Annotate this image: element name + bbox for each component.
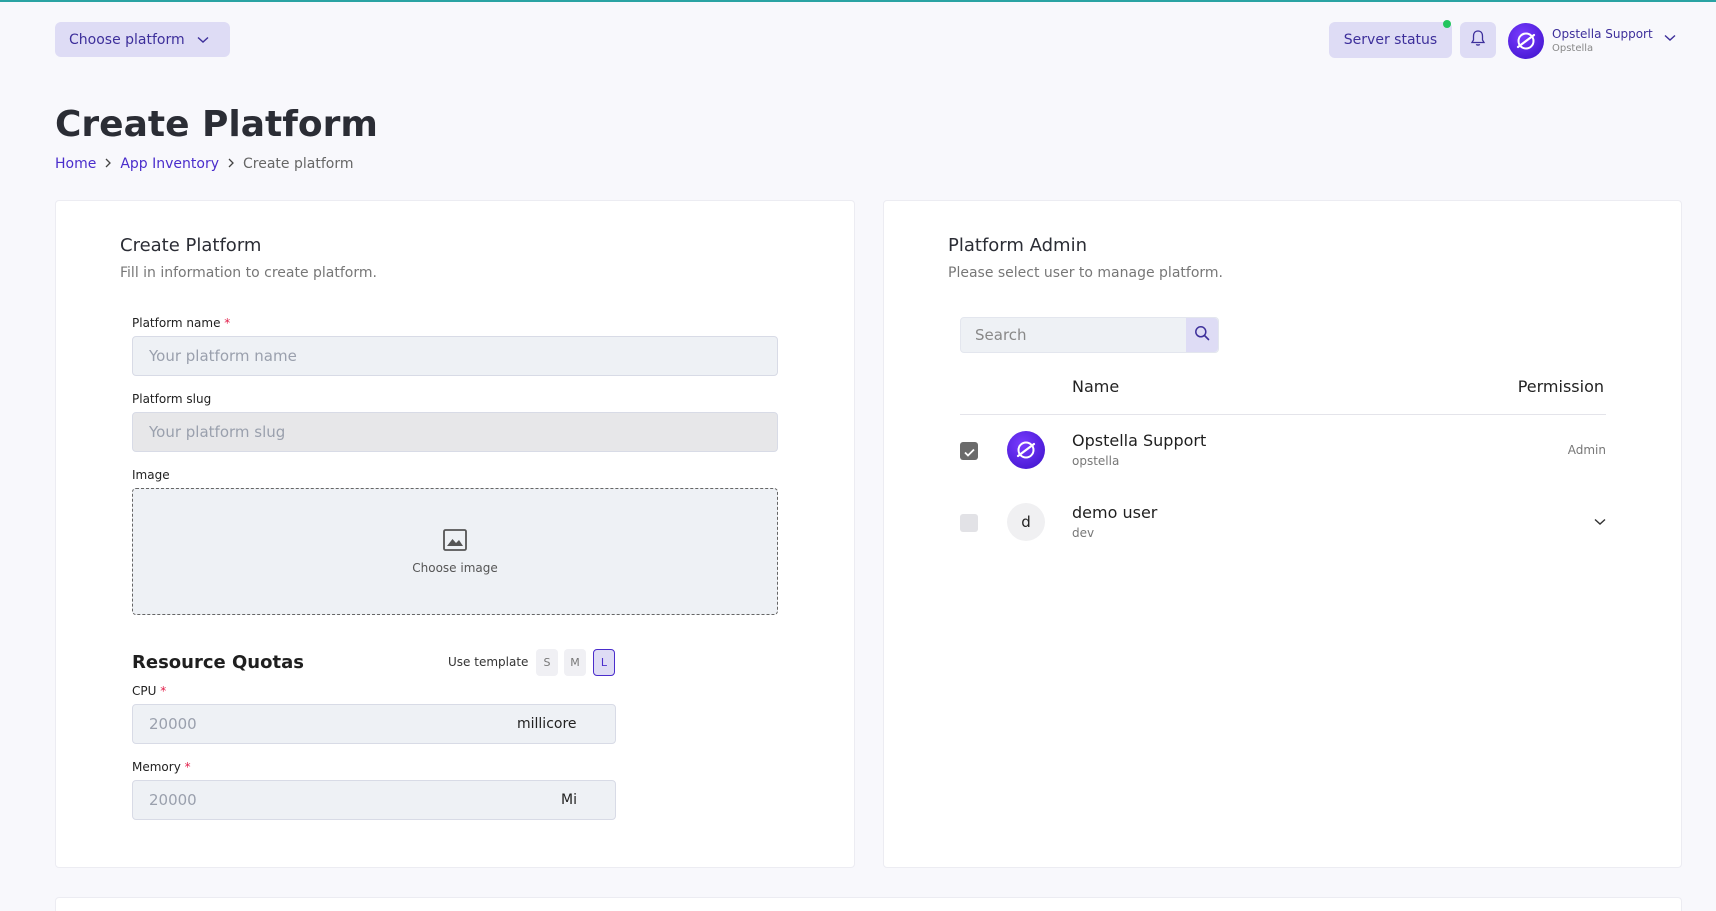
platform-admin-card: Platform Admin Please select user to man… — [883, 200, 1682, 868]
image-icon — [443, 528, 467, 555]
avatar: d — [1007, 503, 1045, 541]
user-menu[interactable]: Opstella Support Opstella — [1508, 23, 1676, 59]
platform-name-input[interactable] — [132, 336, 778, 376]
server-status-button[interactable]: Server status — [1329, 20, 1452, 58]
chevron-down-icon — [197, 33, 209, 47]
user-name: Opstella Support — [1552, 26, 1653, 41]
user-checkbox[interactable] — [960, 442, 978, 460]
table-row: Opstella Support opstella Admin — [884, 421, 1683, 481]
column-header-name: Name — [1072, 377, 1120, 396]
platform-admin-card-title: Platform Admin — [948, 235, 1087, 256]
bottom-card — [55, 897, 1682, 911]
memory-field: Mi — [132, 780, 616, 820]
platform-name-label: Platform name * — [132, 316, 231, 330]
create-platform-card: Create Platform Fill in information to c… — [55, 200, 855, 868]
resource-quotas-title: Resource Quotas — [132, 652, 304, 673]
user-org: Opstella — [1552, 43, 1594, 55]
user-row-name: demo user — [1072, 503, 1158, 522]
page-title: Create Platform — [55, 104, 378, 145]
user-checkbox[interactable] — [960, 514, 978, 532]
breadcrumb-home[interactable]: Home — [55, 156, 96, 172]
breadcrumb: Home App Inventory Create platform — [55, 156, 353, 172]
choose-platform-dropdown[interactable]: Choose platform — [55, 22, 230, 57]
platform-admin-card-subtitle: Please select user to manage platform. — [948, 265, 1223, 281]
template-s-button[interactable]: S — [536, 649, 558, 676]
memory-input[interactable] — [133, 781, 615, 819]
user-row-handle: opstella — [1072, 454, 1120, 468]
chevron-down-icon — [1664, 31, 1676, 45]
bell-icon — [1470, 29, 1486, 51]
image-label: Image — [132, 468, 170, 482]
user-search-box — [960, 317, 1219, 353]
breadcrumb-current: Create platform — [243, 156, 354, 172]
user-info: Opstella Support Opstella — [1552, 26, 1653, 55]
user-row-permission: Admin — [1567, 443, 1606, 457]
template-m-button[interactable]: M — [564, 649, 586, 676]
chevron-right-icon — [228, 157, 234, 171]
choose-platform-label: Choose platform — [69, 31, 185, 48]
search-icon — [1194, 325, 1210, 345]
top-bar: Choose platform Server status Opstella S… — [0, 2, 1716, 78]
opstella-logo-icon — [1007, 431, 1045, 469]
notifications-button[interactable] — [1460, 22, 1496, 58]
chevron-right-icon — [105, 157, 112, 171]
platform-slug-input — [132, 412, 778, 452]
breadcrumb-app-inventory[interactable]: App Inventory — [120, 156, 219, 172]
cpu-label: CPU * — [132, 684, 167, 698]
use-template-label: Use template — [448, 655, 529, 669]
platform-slug-label: Platform slug — [132, 392, 212, 406]
template-l-button[interactable]: L — [593, 649, 615, 676]
check-icon — [963, 442, 975, 461]
table-row: d demo user dev — [884, 493, 1683, 553]
user-row-name: Opstella Support — [1072, 431, 1207, 450]
create-platform-card-subtitle: Fill in information to create platform. — [120, 265, 377, 281]
search-button[interactable] — [1186, 318, 1218, 352]
memory-label: Memory * — [132, 760, 191, 774]
create-platform-card-title: Create Platform — [120, 235, 262, 256]
cpu-unit: millicore — [517, 716, 577, 732]
image-dropzone[interactable]: Choose image — [132, 488, 778, 615]
cpu-field: millicore — [132, 704, 616, 744]
status-online-dot — [1443, 20, 1451, 28]
opstella-logo-icon — [1508, 23, 1544, 59]
server-status-label: Server status — [1343, 32, 1438, 48]
table-divider — [960, 414, 1606, 415]
column-header-permission: Permission — [1517, 377, 1604, 396]
chevron-down-icon — [1594, 515, 1606, 530]
permission-dropdown[interactable] — [1594, 515, 1606, 530]
memory-unit: Mi — [561, 792, 577, 808]
search-input[interactable] — [961, 318, 1181, 352]
user-row-handle: dev — [1072, 526, 1095, 540]
choose-image-label: Choose image — [412, 560, 498, 575]
